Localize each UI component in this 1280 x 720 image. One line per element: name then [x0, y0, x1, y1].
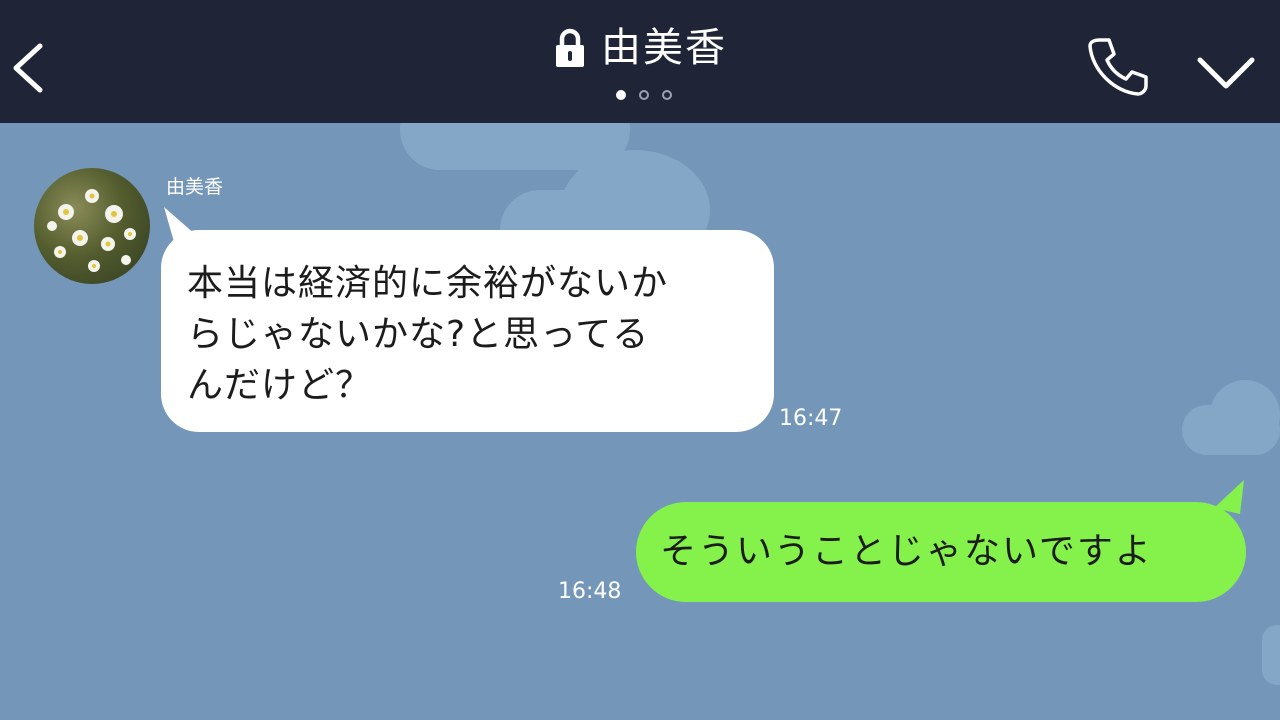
avatar[interactable]: [34, 168, 150, 284]
page-dot-3[interactable]: [662, 90, 672, 100]
incoming-message-bubble[interactable]: 本当は経済的に余裕がないか らじゃないかな?と思ってる んだけど？: [161, 230, 774, 432]
lock-icon: [556, 28, 584, 67]
outgoing-message-text: そういうことじゃないですよ: [660, 531, 1153, 572]
chat-header: 由美香: [0, 0, 1280, 123]
page-dot-2[interactable]: [639, 90, 649, 100]
chat-screen: 由美香 由美香 本当は経済的に余裕がないか らじゃないかな?と思ってる んだけど…: [0, 0, 1280, 720]
incoming-message-time: 16:47: [779, 406, 843, 431]
outgoing-message-bubble[interactable]: そういうことじゃないですよ: [636, 502, 1246, 602]
sender-name: 由美香: [166, 176, 224, 198]
phone-icon: [1088, 38, 1148, 96]
call-button[interactable]: [1084, 34, 1150, 100]
contact-name: 由美香: [601, 25, 727, 71]
chevron-down-icon: [1197, 57, 1255, 89]
flower-photo-avatar: [47, 189, 136, 272]
outgoing-message-time: 16:48: [558, 579, 622, 604]
menu-toggle-button[interactable]: [1196, 52, 1256, 92]
page-dot-1[interactable]: [616, 90, 626, 100]
incoming-message-text: 本当は経済的に余裕がないか らじゃないかな?と思ってる んだけど？: [187, 263, 669, 406]
